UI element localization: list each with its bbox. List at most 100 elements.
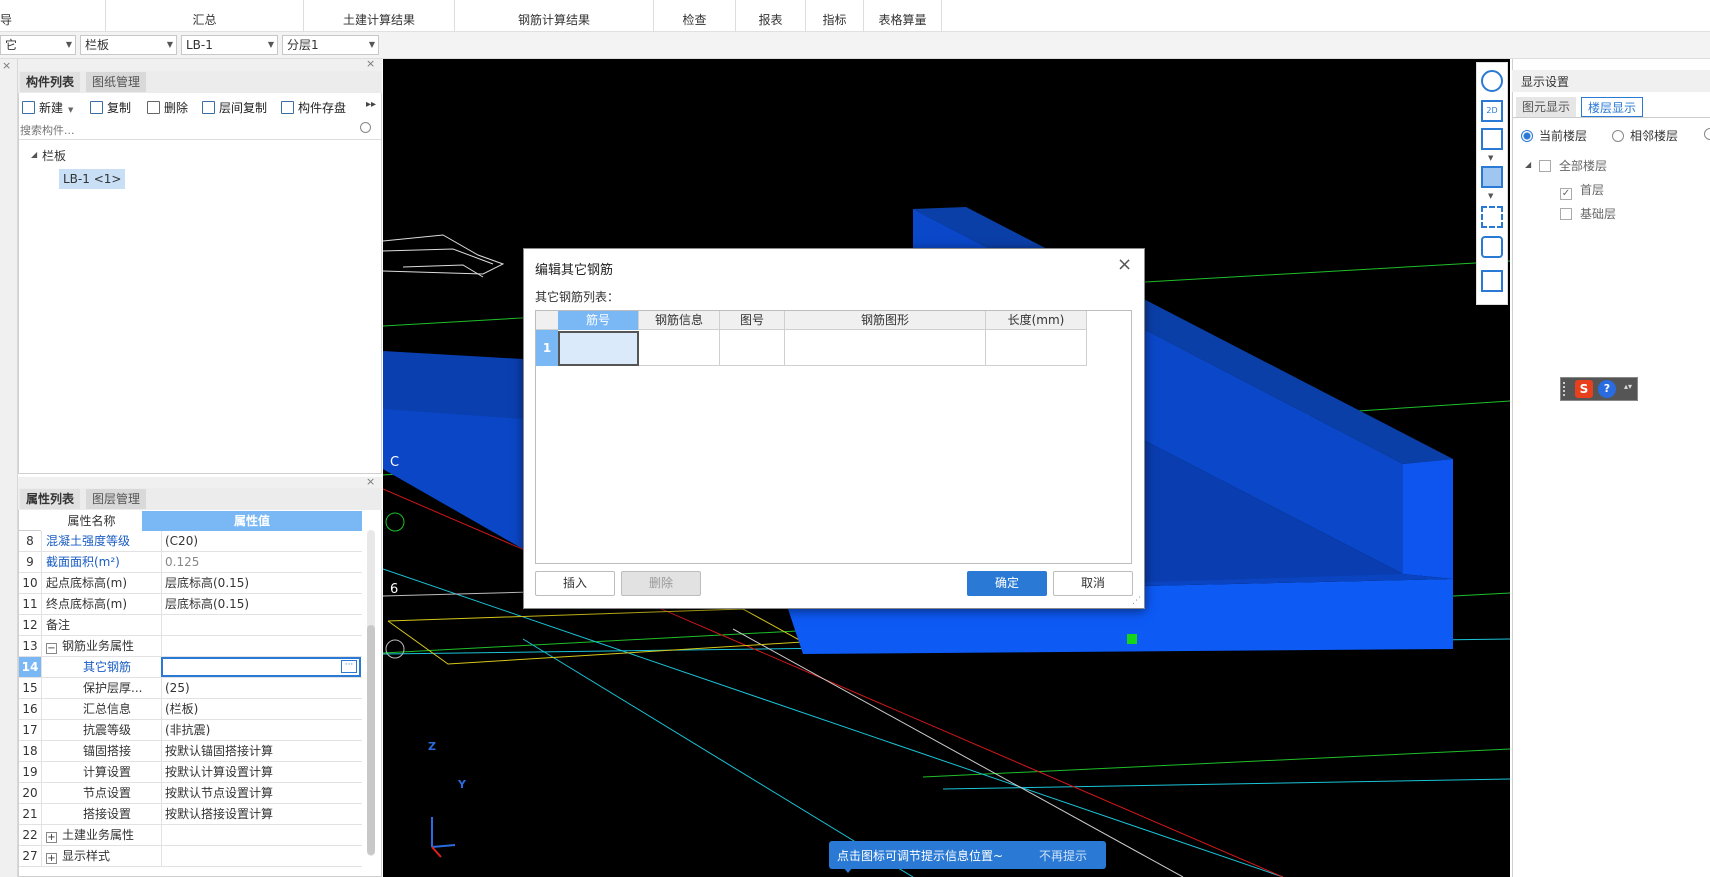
property-row[interactable]: 13− 钢筋业务属性 <box>19 636 362 657</box>
cell-bar-info[interactable] <box>639 330 720 366</box>
property-row-value[interactable]: (C20) <box>161 531 361 551</box>
cell-bar-shape[interactable] <box>785 330 986 366</box>
close-icon[interactable]: × <box>2 59 11 72</box>
tab-layer-management[interactable]: 图层管理 <box>86 489 147 509</box>
ribbon-tab-partial[interactable]: 导 <box>0 0 106 32</box>
ribbon-tab-summary[interactable]: 汇总 <box>106 0 304 32</box>
floor-1-item[interactable]: ✓ 首层 <box>1560 181 1604 200</box>
property-row[interactable]: 12 备注 <box>19 615 362 636</box>
col-bar-no[interactable]: 筋号 <box>558 311 639 330</box>
property-row[interactable]: 18 锚固搭接 按默认锚固搭接计算 <box>19 741 362 762</box>
expand-icon[interactable]: + <box>46 832 57 843</box>
combo-type[interactable]: 它 ▼ <box>0 35 76 55</box>
floor-copy-button[interactable]: 层间复制 <box>202 98 267 118</box>
property-row[interactable]: 15 保护层厚... (25) <box>19 678 362 699</box>
property-row[interactable]: 10 起点底标高(m) 层底标高(0.15) <box>19 573 362 594</box>
chevron-down-icon[interactable]: ▼ <box>1488 192 1493 200</box>
2d-view-icon[interactable]: 2D <box>1481 100 1503 122</box>
property-row-value[interactable] <box>161 615 361 635</box>
dialog-close-icon[interactable]: × <box>1117 256 1132 274</box>
property-row-value[interactable]: 0.125 <box>161 552 361 572</box>
property-row-value[interactable] <box>161 636 361 656</box>
cell-bar-no[interactable] <box>558 331 639 366</box>
cell-length[interactable] <box>986 330 1087 366</box>
radio-adjacent-floor[interactable]: 相邻楼层 <box>1612 127 1678 144</box>
property-row[interactable]: 22 + 土建业务属性 <box>19 825 362 846</box>
insert-button[interactable]: 插入 <box>535 571 615 596</box>
fit-view-icon[interactable] <box>1481 206 1503 228</box>
chevron-down-icon[interactable]: ▴▾ <box>1624 382 1632 391</box>
tree-expand-icon[interactable]: ◢ <box>1525 160 1531 169</box>
display-settings-icon[interactable] <box>1481 270 1503 292</box>
property-row[interactable]: 14 其它钢筋 ··· <box>19 657 362 678</box>
property-row[interactable]: 21 搭接设置 按默认搭接设置计算 <box>19 804 362 825</box>
cell-figure-no[interactable] <box>720 330 785 366</box>
combo-component-type[interactable]: 栏板 ▼ <box>80 35 177 55</box>
property-row-value[interactable] <box>161 825 361 845</box>
all-floors-item[interactable]: 全部楼层 <box>1539 157 1607 174</box>
property-row-value[interactable]: (栏板) <box>161 699 361 719</box>
combo-component[interactable]: LB-1 ▼ <box>181 35 278 55</box>
tree-root-label[interactable]: 栏板 <box>42 147 66 164</box>
hint-dismiss-link[interactable]: 不再提示 <box>1039 847 1087 864</box>
ribbon-tab-check[interactable]: 检查 <box>654 0 736 32</box>
chevron-down-icon[interactable]: ▼ <box>1488 154 1493 162</box>
delete-component-button[interactable]: 删除 <box>147 98 188 118</box>
search-icon[interactable] <box>360 122 371 133</box>
orbit-view-icon[interactable] <box>1481 70 1503 92</box>
component-view-icon[interactable] <box>1481 236 1503 258</box>
property-row[interactable]: 16 汇总信息 (栏板) <box>19 699 362 720</box>
property-row-value[interactable] <box>161 846 361 866</box>
radio-current-floor[interactable]: 当前楼层 <box>1521 127 1587 144</box>
ribbon-tab-index[interactable]: 指标 <box>806 0 864 32</box>
resize-grip-icon[interactable]: ⋰ <box>1132 596 1141 606</box>
ribbon-tab-rebar-results[interactable]: 钢筋计算结果 <box>455 0 654 32</box>
col-bar-shape[interactable]: 钢筋图形 <box>785 311 986 330</box>
col-length[interactable]: 长度(mm) <box>986 311 1087 330</box>
ribbon-tab-civil-results[interactable]: 土建计算结果 <box>304 0 455 32</box>
ok-button[interactable]: 确定 <box>967 571 1047 596</box>
help-icon[interactable]: ? <box>1598 380 1616 398</box>
ribbon-tab-report[interactable]: 报表 <box>736 0 806 32</box>
component-save-button[interactable]: 构件存盘 <box>281 98 346 118</box>
property-row[interactable]: 27 + 显示样式 <box>19 846 362 867</box>
new-button[interactable]: 新建 ▼ <box>22 98 73 118</box>
close-icon[interactable]: × <box>366 57 375 70</box>
property-row-value[interactable]: 按默认锚固搭接计算 <box>161 741 361 761</box>
tab-property-list[interactable]: 属性列表 <box>20 489 81 509</box>
tree-expand-icon[interactable]: ◢ <box>31 150 37 159</box>
tab-component-list[interactable]: 构件列表 <box>20 72 81 92</box>
tree-item-lb1[interactable]: LB-1 <1> <box>59 169 126 189</box>
property-row-value[interactable]: 按默认计算设置计算 <box>161 762 361 782</box>
property-row[interactable]: 19 计算设置 按默认计算设置计算 <box>19 762 362 783</box>
cube-view-icon[interactable] <box>1481 128 1503 150</box>
cancel-button[interactable]: 取消 <box>1053 571 1133 596</box>
more-options-icon[interactable]: ··· <box>341 660 357 673</box>
tab-element-display[interactable]: 图元显示 <box>1516 97 1577 117</box>
property-row[interactable]: 11 终点底标高(m) 层底标高(0.15) <box>19 594 362 615</box>
search-input[interactable] <box>20 121 360 139</box>
more-arrow-icon[interactable]: ▸▸ <box>366 99 376 110</box>
col-bar-info[interactable]: 钢筋信息 <box>639 311 720 330</box>
property-row[interactable]: 8 混凝土强度等级 (C20) <box>19 531 362 552</box>
property-row-value[interactable]: (25) <box>161 678 361 698</box>
radio-more-icon[interactable] <box>1704 128 1710 140</box>
tab-drawing-management[interactable]: 图纸管理 <box>86 72 147 92</box>
ribbon-tab-table-calc[interactable]: 表格算量 <box>864 0 942 32</box>
property-row[interactable]: 9 截面面积(m²) 0.125 <box>19 552 362 573</box>
property-row-value[interactable]: (非抗震) <box>161 720 361 740</box>
property-row-value[interactable]: 按默认搭接设置计算 <box>161 804 361 824</box>
property-row[interactable]: 20 节点设置 按默认节点设置计算 <box>19 783 362 804</box>
tab-floor-display[interactable]: 楼层显示 <box>1581 97 1644 117</box>
cube-solid-icon[interactable] <box>1481 166 1503 188</box>
expand-icon[interactable]: + <box>46 853 57 864</box>
close-icon[interactable]: × <box>366 475 375 488</box>
floor-base-item[interactable]: 基础层 <box>1560 205 1616 222</box>
sogou-logo-icon[interactable]: S <box>1575 380 1593 398</box>
combo-layer[interactable]: 分层1 ▼ <box>282 35 379 55</box>
col-figure-no[interactable]: 图号 <box>720 311 785 330</box>
delete-button[interactable]: 删除 <box>621 571 701 596</box>
property-row-value[interactable] <box>161 657 361 677</box>
copy-button[interactable]: 复制 <box>90 98 131 118</box>
property-row-value[interactable]: 按默认节点设置计算 <box>161 783 361 803</box>
